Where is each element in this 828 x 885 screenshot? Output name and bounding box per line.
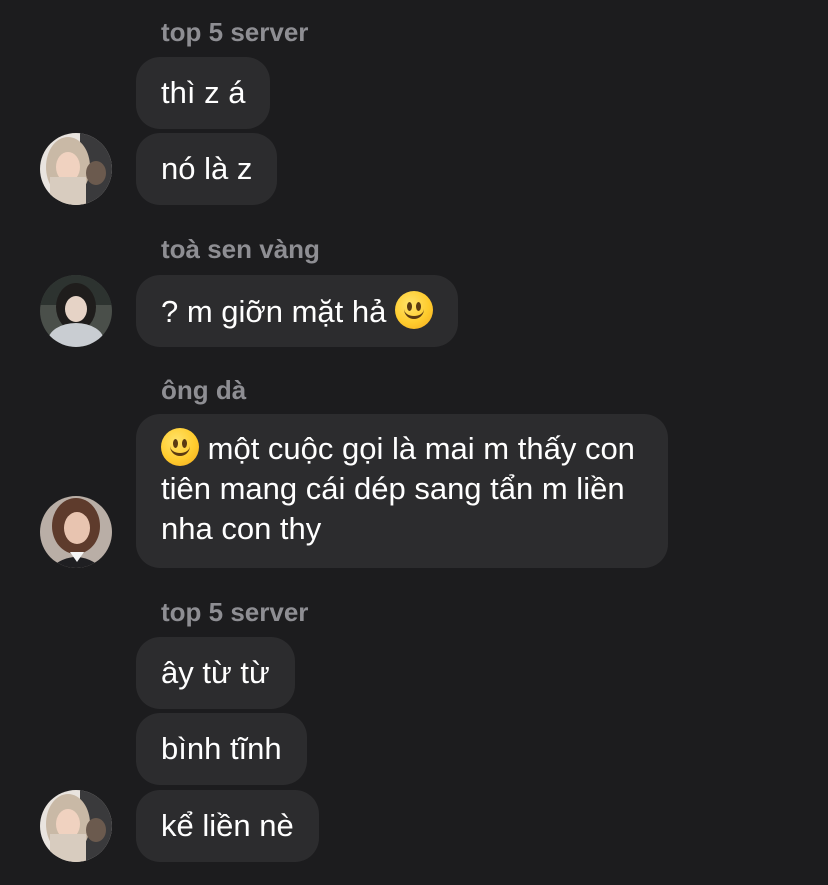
- message-text: một cuộc gọi là mai m thấy con tiên mang…: [161, 431, 635, 546]
- sender-name: top 5 server: [161, 597, 309, 627]
- message-text: thì z á: [161, 75, 246, 110]
- dark-hair-girl-avatar-icon: [40, 275, 112, 347]
- message-text: nó là z: [161, 151, 253, 186]
- slightly-smiling-face-emoji-icon: [395, 291, 433, 329]
- slightly-smiling-face-emoji-icon: [161, 428, 199, 466]
- message-text: ây từ từ: [161, 655, 270, 690]
- message-bubble[interactable]: kể liền nè: [136, 790, 319, 862]
- blonde-girl-avatar-icon: [40, 790, 112, 862]
- sender-name: toà sen vàng: [161, 234, 320, 264]
- sender-name: top 5 server: [161, 17, 309, 47]
- message-bubble[interactable]: một cuộc gọi là mai m thấy con tiên mang…: [136, 414, 668, 568]
- message-text: kể liền nè: [161, 808, 294, 843]
- message-bubble[interactable]: ? m giỡn mặt hả: [136, 275, 458, 347]
- message-bubble[interactable]: thì z á: [136, 57, 271, 129]
- brunette-woman-avatar-icon: [40, 496, 112, 568]
- message-bubble[interactable]: ây từ từ: [136, 637, 295, 709]
- avatar[interactable]: [40, 790, 112, 862]
- avatar[interactable]: [40, 133, 112, 205]
- message-text: ? m giỡn mặt hả: [161, 294, 387, 329]
- avatar[interactable]: [40, 275, 112, 347]
- blonde-girl-avatar-icon: [40, 133, 112, 205]
- avatar[interactable]: [40, 496, 112, 568]
- message-bubble[interactable]: bình tĩnh: [136, 713, 307, 785]
- message-text: bình tĩnh: [161, 731, 282, 766]
- sender-name: ông dà: [161, 375, 247, 405]
- message-bubble[interactable]: nó là z: [136, 133, 278, 205]
